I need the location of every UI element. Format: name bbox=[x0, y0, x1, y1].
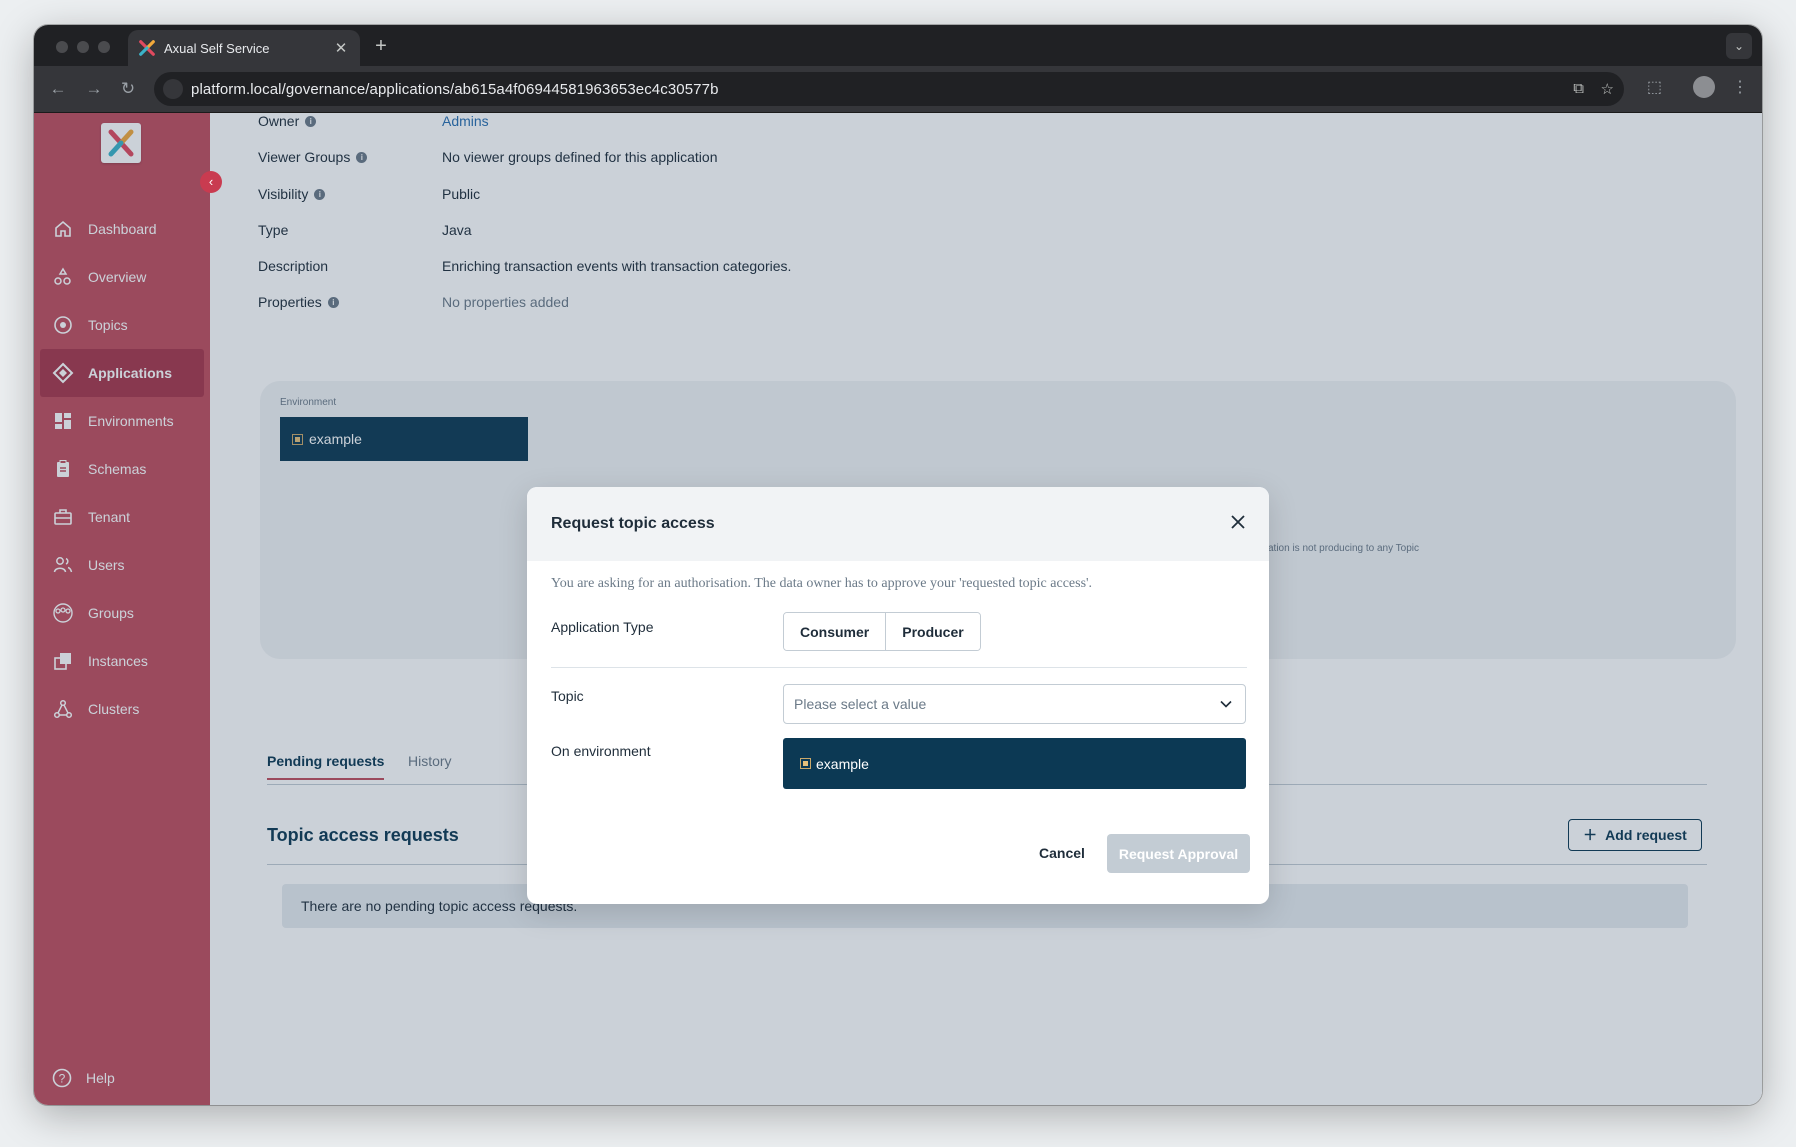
producer-option[interactable]: Producer bbox=[885, 613, 980, 650]
window-controls bbox=[56, 41, 110, 53]
dialog-header: Request topic access bbox=[527, 487, 1269, 561]
bookmark-star-icon[interactable]: ☆ bbox=[1601, 80, 1614, 98]
browser-toolbar: ← → ↻ platform.local/governance/applicat… bbox=[34, 66, 1762, 113]
extensions-icon[interactable]: ⬚ bbox=[1647, 77, 1662, 97]
app-root: ‹ Dashboard Overview Topics Applications… bbox=[34, 113, 1762, 1105]
browser-window: Axual Self Service ✕ + ⌄ ← → ↻ platform.… bbox=[34, 25, 1762, 1105]
application-type-toggle: Consumer Producer bbox=[783, 612, 981, 651]
close-window-button[interactable] bbox=[56, 41, 68, 53]
tab-close-icon[interactable]: ✕ bbox=[332, 39, 350, 57]
collapse-sidebar-button[interactable]: ‹ bbox=[200, 171, 222, 193]
environment-option-label: example bbox=[816, 755, 869, 772]
close-icon[interactable] bbox=[1229, 513, 1247, 531]
dialog-title: Request topic access bbox=[551, 515, 715, 532]
request-approval-button[interactable]: Request Approval bbox=[1107, 834, 1250, 873]
cancel-button[interactable]: Cancel bbox=[1029, 834, 1095, 872]
tab-title: Axual Self Service bbox=[164, 40, 270, 56]
topic-placeholder: Please select a value bbox=[794, 696, 927, 712]
browser-tab-bar: Axual Self Service ✕ + ⌄ bbox=[34, 25, 1762, 66]
install-app-icon[interactable]: ⧉ bbox=[1573, 80, 1584, 97]
axual-favicon-icon bbox=[139, 40, 155, 56]
profile-avatar[interactable] bbox=[1693, 76, 1715, 98]
browser-menu-icon[interactable]: ⋮ bbox=[1732, 77, 1748, 97]
dialog-divider bbox=[551, 667, 1247, 668]
consumer-option[interactable]: Consumer bbox=[784, 613, 886, 650]
maximize-window-button[interactable] bbox=[98, 41, 110, 53]
environment-option-selected[interactable]: example bbox=[783, 738, 1246, 789]
topic-label: Topic bbox=[551, 688, 584, 704]
request-topic-access-dialog: Request topic access You are asking for … bbox=[527, 487, 1269, 904]
new-tab-button[interactable]: + bbox=[368, 33, 394, 59]
browser-tab[interactable]: Axual Self Service ✕ bbox=[128, 30, 360, 66]
topic-select[interactable]: Please select a value bbox=[783, 684, 1246, 724]
environment-icon bbox=[800, 758, 811, 769]
application-type-label: Application Type bbox=[551, 619, 654, 635]
tab-search-button[interactable]: ⌄ bbox=[1726, 33, 1752, 59]
dialog-description: You are asking for an authorisation. The… bbox=[551, 576, 1093, 591]
environment-field-label: On environment bbox=[551, 743, 651, 759]
reload-icon[interactable]: ↻ bbox=[116, 77, 140, 101]
forward-icon[interactable]: → bbox=[82, 77, 106, 101]
address-bar[interactable]: platform.local/governance/applications/a… bbox=[154, 72, 1624, 106]
url-text: platform.local/governance/applications/a… bbox=[191, 81, 719, 98]
minimize-window-button[interactable] bbox=[77, 41, 89, 53]
site-info-icon[interactable] bbox=[163, 79, 183, 99]
chevron-down-icon bbox=[1220, 700, 1232, 708]
back-icon[interactable]: ← bbox=[46, 77, 70, 101]
